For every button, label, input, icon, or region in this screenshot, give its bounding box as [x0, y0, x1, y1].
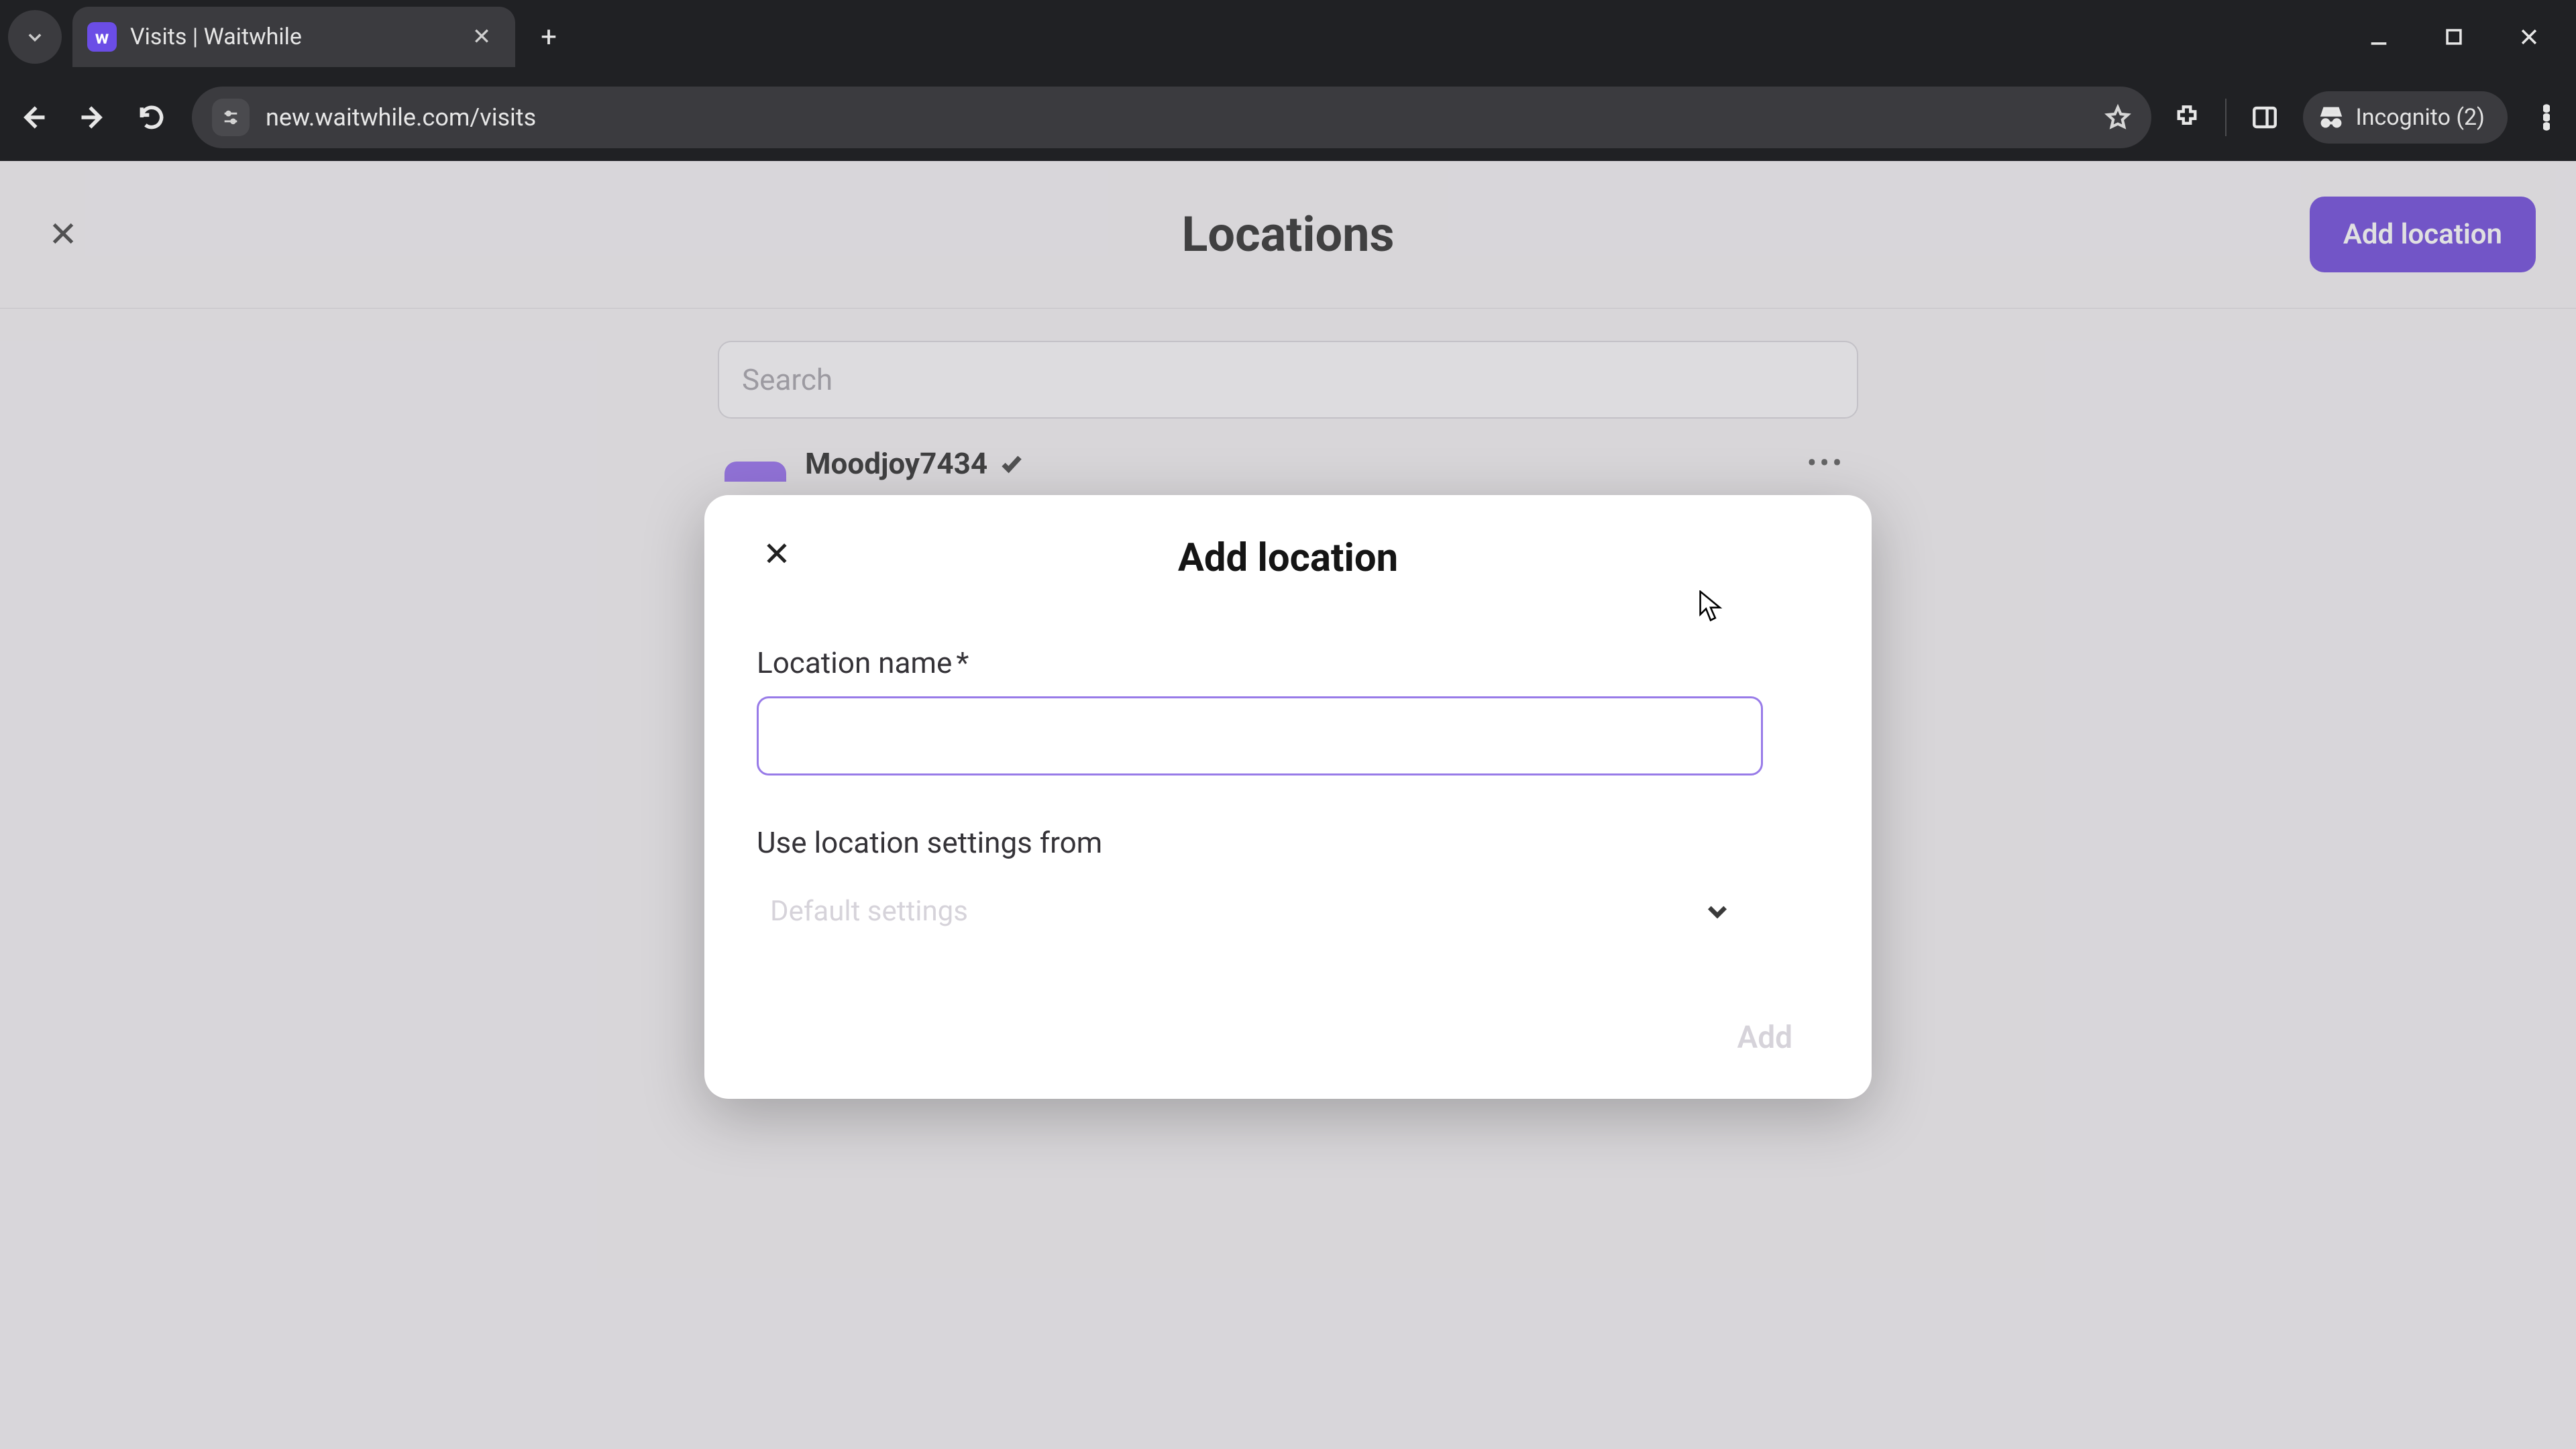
maximize-icon	[2443, 25, 2465, 48]
toolbar-actions: Incognito (2)	[2173, 91, 2561, 144]
address-bar[interactable]: new.waitwhile.com/visits	[192, 87, 2151, 148]
incognito-label: Incognito (2)	[2355, 104, 2485, 131]
extensions-icon[interactable]	[2173, 103, 2201, 131]
use-settings-label: Use location settings from	[757, 825, 1819, 860]
incognito-indicator[interactable]: Incognito (2)	[2303, 91, 2508, 144]
add-location-modal: ✕ Add location Location name* Use locati…	[704, 495, 1872, 1099]
arrow-right-icon	[78, 103, 107, 132]
modal-footer: Add	[757, 1020, 1819, 1056]
reload-icon	[137, 103, 166, 132]
toolbar-divider	[2225, 99, 2226, 136]
waitwhile-favicon: w	[87, 22, 117, 52]
forward-button[interactable]	[74, 99, 111, 136]
browser-menu-button[interactable]	[2532, 104, 2561, 131]
window-close-button[interactable]	[2516, 23, 2542, 50]
browser-toolbar: new.waitwhile.com/visits Incognito (2)	[0, 74, 2576, 161]
window-controls	[2365, 23, 2568, 50]
add-submit-button[interactable]: Add	[1737, 1020, 1793, 1056]
address-bar-actions	[2104, 104, 2131, 131]
browser-tab[interactable]: w Visits | Waitwhile ✕	[72, 7, 515, 67]
back-button[interactable]	[15, 99, 52, 136]
modal-title: Add location	[757, 535, 1819, 581]
new-tab-button[interactable]: +	[530, 18, 568, 56]
browser-chrome: w Visits | Waitwhile ✕ +	[0, 0, 2576, 161]
star-icon[interactable]	[2104, 104, 2131, 131]
chevron-down-icon	[1704, 898, 1731, 924]
sidepanel-icon[interactable]	[2251, 103, 2279, 131]
arrow-left-icon	[19, 103, 48, 132]
maximize-button[interactable]	[2440, 23, 2467, 50]
page-viewport: ✕ Locations Add location Search Moodjoy7…	[0, 161, 2576, 1449]
minimize-button[interactable]	[2365, 23, 2392, 50]
reload-button[interactable]	[133, 99, 170, 136]
close-icon	[2518, 25, 2540, 48]
site-info-button[interactable]	[212, 99, 250, 136]
tabs-search-button[interactable]	[8, 10, 62, 64]
chevron-down-icon	[25, 28, 44, 46]
minimize-icon	[2367, 25, 2390, 48]
location-name-label: Location name*	[757, 645, 1819, 680]
url-text: new.waitwhile.com/visits	[266, 103, 2088, 131]
incognito-icon	[2318, 104, 2345, 131]
tab-strip: w Visits | Waitwhile ✕ +	[0, 0, 2576, 74]
use-settings-select[interactable]: Default settings	[757, 876, 1736, 946]
modal-close-button[interactable]: ✕	[757, 534, 797, 574]
required-mark: *	[956, 645, 969, 680]
tab-title: Visits | Waitwhile	[130, 23, 455, 50]
use-settings-value: Default settings	[770, 895, 968, 928]
tune-icon	[221, 108, 240, 127]
modal-layer: ✕ Add location Location name* Use locati…	[0, 161, 2576, 1449]
kebab-icon	[2543, 104, 2550, 131]
location-name-input[interactable]	[757, 696, 1763, 775]
tab-close-button[interactable]: ✕	[468, 23, 495, 50]
